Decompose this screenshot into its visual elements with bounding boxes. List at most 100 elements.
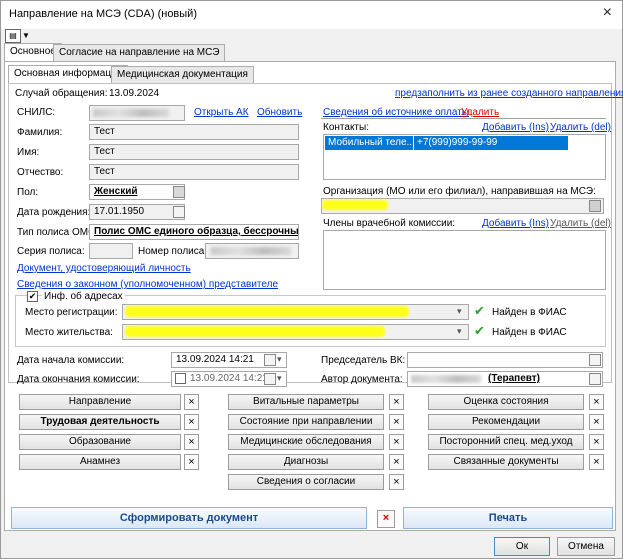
contacts-delete-link[interactable]: Удалить (del) bbox=[550, 122, 611, 133]
section-button-direction[interactable]: Направление bbox=[19, 394, 181, 410]
contacts-label: Контакты: bbox=[323, 122, 369, 133]
remove-icon[interactable]: × bbox=[389, 394, 404, 410]
refresh-link[interactable]: Обновить bbox=[257, 107, 302, 118]
chevron-down-icon[interactable]: ▾ bbox=[277, 373, 282, 384]
commission-table bbox=[323, 230, 606, 290]
remove-icon[interactable]: × bbox=[389, 434, 404, 450]
section-button-consent-info[interactable]: Сведения о согласии bbox=[228, 474, 384, 490]
section-button-examinations[interactable]: Медицинские обследования bbox=[228, 434, 384, 450]
section-button-outside-care[interactable]: Посторонний спец. мед.уход bbox=[428, 434, 584, 450]
section-button-employment[interactable]: Трудовая деятельность bbox=[19, 414, 181, 430]
commission-label: Члены врачебной комиссии: bbox=[323, 218, 456, 229]
end-date-checkbox[interactable] bbox=[175, 373, 186, 384]
payment-delete-link[interactable]: Удалить bbox=[461, 107, 499, 118]
remove-icon[interactable]: × bbox=[389, 474, 404, 490]
policy-number-label: Номер полиса: bbox=[138, 246, 208, 257]
end-date-label: Дата окончания комиссии: bbox=[17, 374, 140, 385]
registration-fias-status: Найден в ФИАС bbox=[492, 307, 567, 318]
chevron-down-icon[interactable]: ▾ bbox=[457, 326, 462, 337]
remove-icon[interactable]: × bbox=[589, 434, 604, 450]
organization-label: Организация (МО или его филиал), направи… bbox=[323, 186, 596, 197]
prefill-link[interactable]: предзаполнить из ранее созданного направ… bbox=[395, 88, 623, 99]
calendar-icon[interactable] bbox=[173, 206, 185, 218]
payment-source-link[interactable]: Сведения об источнике оплаты bbox=[323, 107, 469, 118]
id-document-link[interactable]: Документ, удостоверяющий личность bbox=[17, 263, 191, 274]
cancel-button[interactable]: Отмена bbox=[557, 537, 615, 556]
section-button-diagnoses[interactable]: Диагнозы bbox=[228, 454, 384, 470]
print-button[interactable]: Печать bbox=[403, 507, 613, 529]
remove-icon[interactable]: × bbox=[589, 454, 604, 470]
section-button-condition[interactable]: Состояние при направлении bbox=[228, 414, 384, 430]
residence-label: Место жительства: bbox=[25, 327, 113, 338]
author-role: (Терапевт) bbox=[488, 373, 541, 384]
start-date-label: Дата начала комиссии: bbox=[17, 355, 125, 366]
policy-series-field[interactable] bbox=[89, 243, 133, 259]
open-ak-link[interactable]: Открыть АК bbox=[194, 107, 249, 118]
remove-icon[interactable]: × bbox=[184, 434, 199, 450]
policy-type-field[interactable]: Полис ОМС единого образца, бессрочный bbox=[89, 224, 299, 240]
sex-selector-icon[interactable] bbox=[173, 186, 185, 198]
patronymic-field[interactable]: Тест bbox=[89, 164, 299, 180]
window-title: Направление на МСЭ (CDA) (новый) bbox=[9, 8, 197, 20]
registration-label: Место регистрации: bbox=[25, 307, 118, 318]
surname-field[interactable]: Тест bbox=[89, 124, 299, 140]
contact-type-cell[interactable]: Мобильный теле... bbox=[325, 136, 415, 150]
redacted-policy-number bbox=[211, 247, 291, 255]
clear-icon[interactable]: × bbox=[377, 510, 395, 528]
sex-field[interactable]: Женский bbox=[89, 184, 185, 200]
section-button-education[interactable]: Образование bbox=[19, 434, 181, 450]
close-icon[interactable]: × bbox=[603, 4, 612, 22]
patronymic-label: Отчество: bbox=[17, 167, 64, 178]
calendar-icon[interactable] bbox=[264, 373, 276, 385]
calendar-icon[interactable] bbox=[264, 354, 276, 366]
highlighted-redaction bbox=[125, 306, 409, 317]
policy-type-label: Тип полиса ОМС: bbox=[17, 227, 99, 238]
remove-icon[interactable]: × bbox=[389, 454, 404, 470]
contacts-add-link[interactable]: Добавить (Ins) bbox=[482, 122, 549, 133]
name-label: Имя: bbox=[17, 147, 40, 158]
document-menu-icon[interactable]: ▤ bbox=[5, 29, 21, 43]
ok-button[interactable]: Ок bbox=[494, 537, 550, 556]
author-selector-icon[interactable] bbox=[589, 373, 601, 385]
remove-icon[interactable]: × bbox=[184, 454, 199, 470]
case-label: Случай обращения: bbox=[15, 88, 108, 99]
birth-field[interactable]: 17.01.1950 bbox=[89, 204, 185, 220]
chairman-label: Председатель ВК: bbox=[321, 355, 406, 366]
contact-value-cell[interactable]: +7(999)999-99-99 bbox=[414, 136, 568, 150]
representative-link[interactable]: Сведения о законном (уполномоченном) пре… bbox=[17, 279, 278, 290]
generate-document-button[interactable]: Сформировать документ bbox=[11, 507, 367, 529]
section-button-assessment[interactable]: Оценка состояния bbox=[428, 394, 584, 410]
snils-label: СНИЛС: bbox=[17, 107, 56, 118]
section-button-recommendations[interactable]: Рекомендации bbox=[428, 414, 584, 430]
highlighted-redaction bbox=[322, 200, 388, 210]
commission-delete-link[interactable]: Удалить (del) bbox=[550, 218, 611, 229]
redacted-author-name bbox=[411, 375, 481, 383]
highlighted-redaction bbox=[125, 326, 385, 337]
chevron-down-icon[interactable]: ▼ bbox=[22, 31, 30, 40]
name-field[interactable]: Тест bbox=[89, 144, 299, 160]
chevron-down-icon[interactable]: ▾ bbox=[457, 306, 462, 317]
remove-icon[interactable]: × bbox=[589, 394, 604, 410]
address-info-checkbox[interactable]: ✔ bbox=[27, 291, 38, 302]
policy-series-label: Серия полиса: bbox=[17, 246, 85, 257]
chairman-selector-icon[interactable] bbox=[589, 354, 601, 366]
chairman-field[interactable] bbox=[407, 352, 603, 368]
title-bar: Направление на МСЭ (CDA) (новый) × bbox=[1, 1, 622, 29]
organization-selector-icon[interactable] bbox=[589, 200, 601, 212]
chevron-down-icon[interactable]: ▾ bbox=[277, 354, 282, 365]
case-value: 13.09.2024 bbox=[109, 88, 160, 99]
remove-icon[interactable]: × bbox=[184, 414, 199, 430]
section-button-related-docs[interactable]: Связанные документы bbox=[428, 454, 584, 470]
tab-consent[interactable]: Согласие на направление на МСЭ bbox=[53, 44, 226, 61]
checkmark-icon: ✔ bbox=[474, 323, 485, 338]
section-button-vitals[interactable]: Витальные параметры bbox=[228, 394, 384, 410]
author-label: Автор документа: bbox=[321, 374, 403, 385]
remove-icon[interactable]: × bbox=[389, 414, 404, 430]
divider bbox=[321, 118, 606, 119]
residence-fias-status: Найден в ФИАС bbox=[492, 327, 567, 338]
remove-icon[interactable]: × bbox=[589, 414, 604, 430]
commission-add-link[interactable]: Добавить (Ins) bbox=[482, 218, 549, 229]
section-button-anamnesis[interactable]: Анамнез bbox=[19, 454, 181, 470]
remove-icon[interactable]: × bbox=[184, 394, 199, 410]
tab-medical-docs[interactable]: Медицинская документация bbox=[111, 66, 254, 83]
